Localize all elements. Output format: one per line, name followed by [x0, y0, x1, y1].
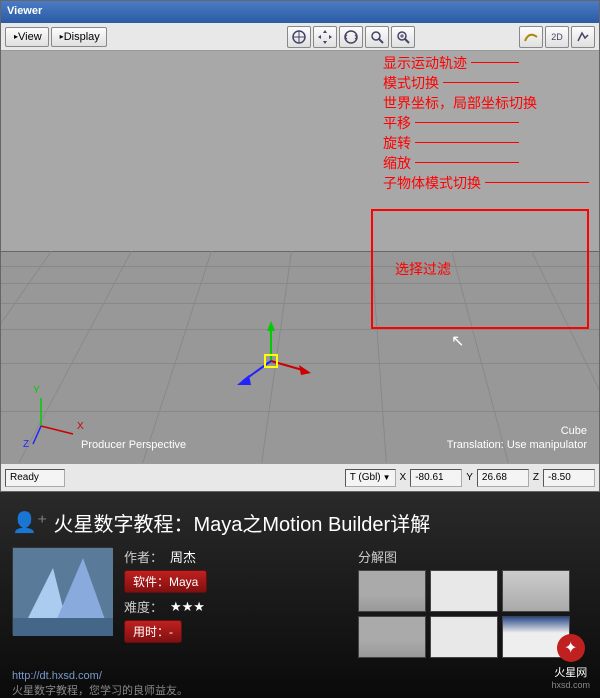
y-value-field[interactable]: 26.68 [477, 469, 529, 487]
zoom-tool-icon[interactable] [365, 26, 389, 48]
article-footer: http://dt.hxsd.com/ 火星数字教程，您学习的良师益友。 [12, 670, 588, 698]
article-panel: 👤⁺ 火星数字教程：Maya之Motion Builder详解 作者：周杰 软件… [0, 492, 600, 698]
article-tagline: 火星数字教程，您学习的良师益友。 [12, 682, 588, 698]
x-value-field[interactable]: -80.61 [410, 469, 462, 487]
nav-tool-icon[interactable] [287, 26, 311, 48]
trajectory-icon[interactable] [519, 26, 543, 48]
annot-child: 子物体模式切换 [383, 173, 481, 193]
annot-mode: 模式切换 [383, 73, 439, 93]
brand-logo[interactable]: ✦ 火星网 hxsd.com [551, 634, 590, 690]
author-label: 作者： [124, 547, 170, 566]
axis-z-label: Z [23, 439, 29, 450]
article-url[interactable]: http://dt.hxsd.com/ [12, 670, 588, 682]
thumb-3[interactable] [502, 570, 570, 612]
z-label: Z [533, 472, 539, 483]
difficulty-label: 难度： [124, 597, 170, 616]
settings-icon[interactable] [571, 26, 595, 48]
thumb-1[interactable] [358, 570, 426, 612]
manipulator-gizmo[interactable] [231, 321, 311, 406]
meta-block: 作者：周杰 软件：Maya 难度：★★★ 用时：- [124, 547, 207, 658]
transform-mode-field[interactable]: T (Gbl) ▼ [345, 469, 396, 487]
statusbar: Ready T (Gbl) ▼ X -80.61 Y 26.68 Z -8.50 [1, 463, 599, 491]
article-thumbnail[interactable] [12, 547, 112, 635]
toolbar: ▸ View ▸ Display 2D [1, 23, 599, 51]
view-dropdown[interactable]: ▸ View [5, 27, 49, 47]
world-axis-gizmo: Y X Z [31, 391, 101, 463]
hint-label: Translation: Use manipulator [447, 439, 587, 451]
annot-scale: 缩放 [383, 153, 411, 173]
annot-coord: 世界坐标，局部坐标切换 [383, 93, 537, 113]
annot-translate: 平移 [383, 113, 411, 133]
pan-tool-icon[interactable] [313, 26, 337, 48]
thumb-2[interactable] [430, 570, 498, 612]
window-titlebar: Viewer [1, 1, 599, 23]
software-pill: 软件：Maya [124, 570, 207, 593]
viewport-3d[interactable]: Y X Z Producer Perspective Cube Translat… [1, 51, 599, 463]
selected-object-label: Cube [561, 425, 587, 437]
time-pill: 用时：- [124, 620, 182, 643]
x-label: X [400, 472, 407, 483]
thumbs-title: 分解图 [358, 547, 588, 566]
annot-trajectory: 显示运动轨迹 [383, 53, 467, 73]
camera-label: Producer Perspective [81, 439, 186, 451]
zoom-fit-icon[interactable] [391, 26, 415, 48]
mars-icon: ✦ [557, 634, 585, 662]
window-title: Viewer [7, 5, 42, 17]
annot-filter: 选择过滤 [395, 259, 451, 279]
axis-y-label: Y [33, 385, 40, 396]
mode-2d-icon[interactable]: 2D [545, 26, 569, 48]
orbit-tool-icon[interactable] [339, 26, 363, 48]
thumb-4[interactable] [358, 616, 426, 658]
axis-x-label: X [77, 421, 84, 432]
status-ready: Ready [5, 469, 65, 487]
z-value-field[interactable]: -8.50 [543, 469, 595, 487]
thumb-5[interactable] [430, 616, 498, 658]
user-plus-icon: 👤⁺ [12, 510, 47, 535]
y-label: Y [466, 472, 473, 483]
display-dropdown[interactable]: ▸ Display [51, 27, 107, 47]
annot-rotate: 旋转 [383, 133, 411, 153]
author-value: 周杰 [170, 547, 196, 566]
article-title: 👤⁺ 火星数字教程：Maya之Motion Builder详解 [12, 502, 588, 547]
difficulty-stars: ★★★ [170, 599, 205, 615]
